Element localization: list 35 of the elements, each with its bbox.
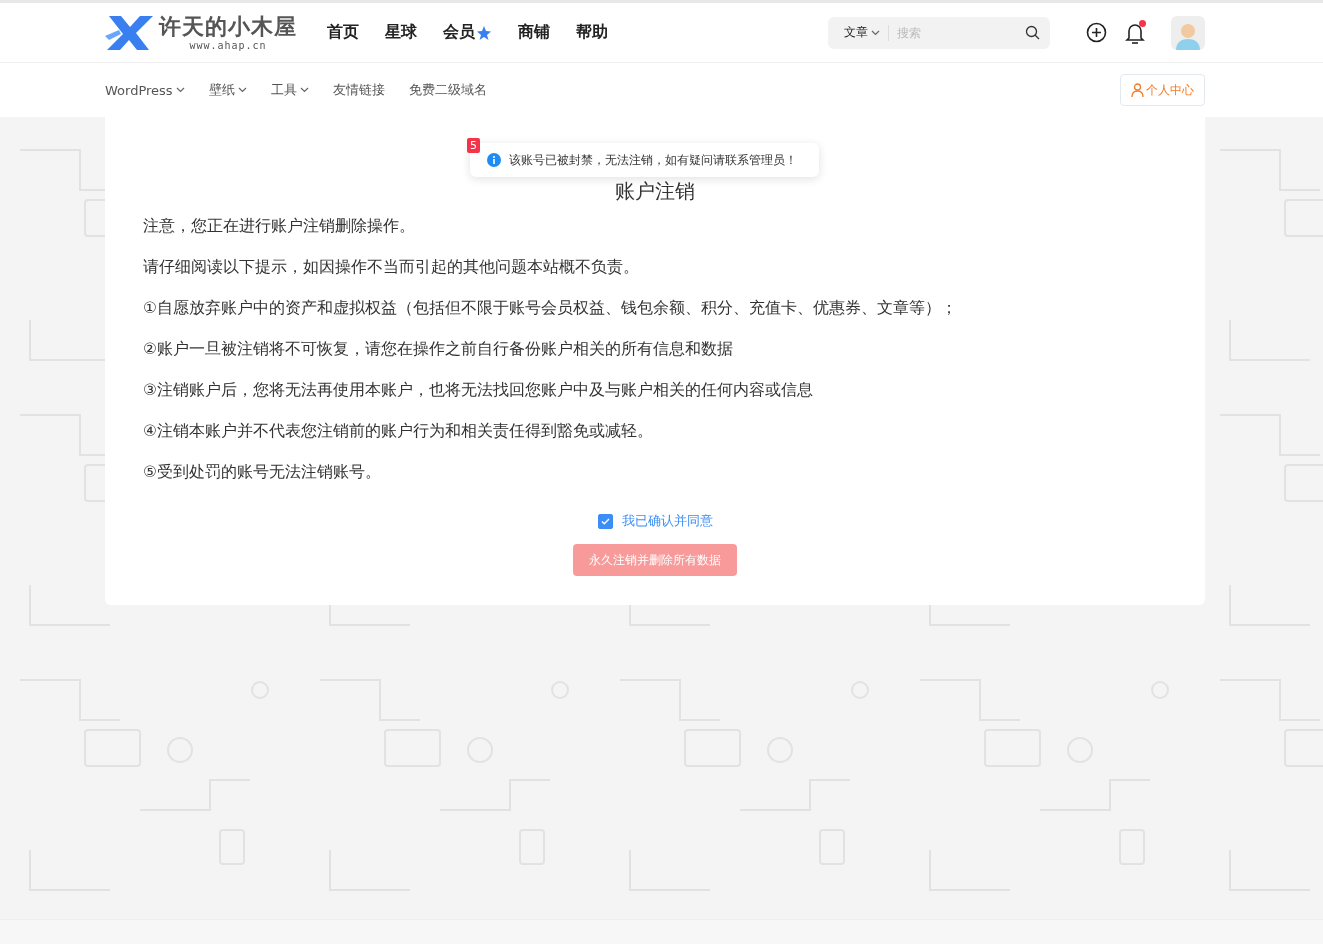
plus-circle-icon (1086, 22, 1107, 43)
info-icon (487, 153, 501, 167)
logo-subtitle: www.ahap.cn (189, 40, 267, 51)
notice-text: 注意，您正在进行账户注销删除操作。 (143, 216, 416, 237)
subnav-link[interactable]: 工具 (270, 81, 309, 99)
nav-link[interactable]: 会员 (443, 22, 492, 43)
user-icon (1131, 83, 1144, 97)
nav-link[interactable]: 商铺 (518, 22, 550, 43)
card-title: 账户注销 (614, 179, 696, 203)
bell-icon (1125, 21, 1145, 44)
notice-text: ④注销本账户并不代表您注销前的账户行为和相关责任得到豁免或减轻。 (143, 421, 654, 442)
notice-text: 请仔细阅读以下提示，如因操作不当而引起的其他问题本站概不负责。 (143, 257, 640, 278)
notice-text: ②账户一旦被注销将不可恢复，请您在操作之前自行备份账户相关的所有信息和数据 (143, 339, 734, 360)
subnav-link[interactable]: WordPress (105, 82, 185, 98)
nav-link[interactable]: 首页 (327, 22, 359, 43)
logo-title: 许天的小木屋 (159, 14, 297, 40)
notice-text: ⑤受到处罚的账号无法注销账号。 (143, 462, 382, 483)
nav-link[interactable]: 星球 (385, 22, 417, 43)
logo-icon (105, 13, 155, 52)
add-button[interactable] (1086, 22, 1107, 43)
search-scope-dropdown[interactable]: 文章 (844, 24, 880, 41)
subnav-link[interactable]: 免费二级域名 (408, 81, 487, 99)
subnav-link[interactable]: 壁纸 (208, 81, 247, 99)
chevron-down-icon (871, 29, 880, 36)
check-icon (600, 517, 610, 525)
notice-text: ③注销账户后，您将无法再使用本账户，也将无法找回您账户中及与账户相关的任何内容或信息 (143, 380, 814, 401)
checkbox[interactable] (597, 513, 613, 529)
agree-checkbox[interactable]: 我已确认并同意 (597, 512, 713, 530)
nav-link[interactable]: 帮助 (576, 22, 608, 43)
subnav-link[interactable]: 友情链接 (332, 81, 385, 99)
toast-count: 5 (467, 138, 480, 153)
notifications-button[interactable] (1125, 21, 1145, 44)
toast-text: 该账号已被封禁，无法注销，如有疑问请联系管理员！ (509, 151, 797, 169)
notice-text: ①自愿放弃账户中的资产和虚拟权益（包括但不限于账号会员权益、钱包余额、积分、充值卡、优惠券、文章等）； (143, 298, 958, 319)
search-icon[interactable] (1025, 25, 1040, 40)
